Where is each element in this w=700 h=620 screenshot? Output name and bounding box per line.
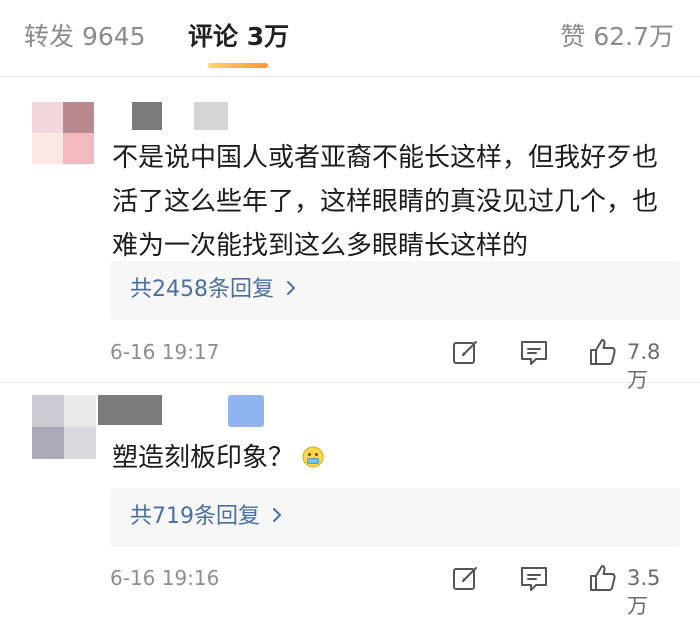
comment-tab-bar: 转发 9645 评论 3万 赞 62.7万 bbox=[0, 0, 700, 77]
comment-bubble-icon[interactable] bbox=[518, 562, 550, 594]
tab-reposts[interactable]: 转发 9645 bbox=[24, 20, 146, 54]
comment-text: 不是说中国人或者亚裔不能长这样，但我好歹也 活了这么些年了，这样眼睛的真没见过几… bbox=[112, 136, 658, 268]
comment-text-line: 活了这么些年了，这样眼睛的真没见过几个，也 bbox=[112, 187, 659, 217]
replies-box[interactable]: 共2458条回复 bbox=[110, 261, 680, 320]
comment-meta: 6-16 19:17 7.8万 bbox=[110, 334, 680, 392]
like-count: 3.5万 bbox=[627, 566, 661, 618]
comment-bubble-icon[interactable] bbox=[518, 336, 550, 368]
view-replies-link[interactable]: 共2458条回复 bbox=[130, 275, 296, 305]
comment-timestamp: 6-16 19:17 bbox=[110, 340, 220, 364]
comment-text-line: 不是说中国人或者亚裔不能长这样，但我好歹也 bbox=[112, 143, 659, 173]
tab-comments[interactable]: 评论 3万 bbox=[188, 20, 289, 54]
comment-item: 不是说中国人或者亚裔不能长这样，但我好歹也 活了这么些年了，这样眼睛的真没见过几… bbox=[0, 76, 700, 392]
replies-box[interactable]: 共719条回复 bbox=[110, 488, 680, 547]
grimace-emoji-icon bbox=[302, 438, 324, 468]
tab-likes[interactable]: 赞 62.7万 bbox=[560, 20, 674, 54]
comment-timestamp: 6-16 19:16 bbox=[110, 566, 220, 590]
edit-square-icon[interactable] bbox=[450, 336, 482, 368]
thumbs-up-icon[interactable] bbox=[587, 336, 619, 368]
edit-square-icon[interactable] bbox=[450, 562, 482, 594]
username-mosaic[interactable] bbox=[132, 102, 232, 130]
comment-text: 塑造刻板印象？ bbox=[112, 436, 324, 480]
replies-count-label: 共2458条回复 bbox=[130, 277, 274, 302]
view-replies-link[interactable]: 共719条回复 bbox=[130, 502, 282, 532]
chevron-right-icon bbox=[272, 502, 282, 532]
thumbs-up-icon[interactable] bbox=[587, 562, 619, 594]
username-mosaic[interactable] bbox=[98, 395, 268, 427]
comment-text-content: 塑造刻板印象？ bbox=[112, 443, 295, 473]
avatar[interactable] bbox=[32, 102, 94, 164]
comment-item: 塑造刻板印象？ 共719条回复 6-16 19:16 3.5万 bbox=[0, 383, 700, 618]
replies-count-label: 共719条回复 bbox=[130, 504, 260, 529]
comment-text-line: 塑造刻板印象？ bbox=[112, 436, 324, 480]
comment-meta: 6-16 19:16 3.5万 bbox=[110, 560, 680, 618]
avatar[interactable] bbox=[32, 395, 96, 459]
chevron-right-icon bbox=[286, 275, 296, 305]
active-tab-indicator bbox=[208, 63, 268, 68]
